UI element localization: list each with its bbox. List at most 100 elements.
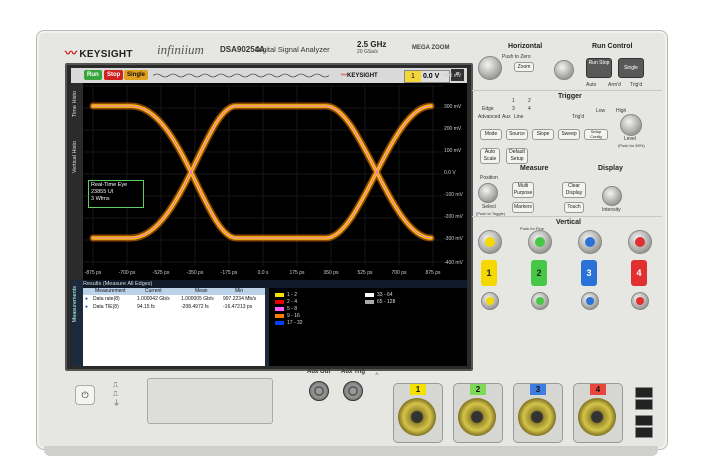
trig-edge-label: Edge	[482, 106, 494, 112]
ch2-offset-knob[interactable]	[531, 292, 549, 310]
ch2-button[interactable]: 2	[531, 260, 547, 286]
results-table: Measurement Current Mean Min ● Data rate…	[83, 288, 265, 366]
ch2-scale-knob[interactable]	[528, 230, 552, 254]
ch3-connector	[518, 398, 556, 436]
usb-port[interactable]	[635, 387, 653, 398]
trig-source-button[interactable]: Source	[506, 129, 528, 140]
measure-select-knob[interactable]	[478, 183, 498, 203]
product-line: infiniium	[157, 42, 204, 57]
trig-low-label: Low	[596, 108, 606, 114]
power-button[interactable]: ⏻	[75, 385, 95, 405]
ch1-button[interactable]: 1	[481, 260, 497, 286]
results-pane: Measurements Results (Measure All Edges)…	[71, 280, 467, 366]
horizontal-scale-knob[interactable]	[554, 60, 574, 80]
control-panel: Horizontal Push to Zero Zoom Run Control…	[472, 40, 662, 362]
front-input-strip: ⏻ ⎍ ⎍ ⏚ Aux Out Aux Trig ⚠ 1 2 3 4	[61, 369, 661, 445]
x-tick: -875 ps	[85, 270, 102, 276]
x-tick: 350 ps	[323, 270, 339, 276]
trig-setup-button[interactable]: Setup Config	[584, 129, 608, 140]
y-tick: -400 mV	[444, 260, 464, 266]
trig-aux-label: Aux	[502, 114, 511, 120]
auto-scale-button[interactable]: Auto Scale	[480, 148, 500, 164]
ch1-scale-knob[interactable]	[478, 230, 502, 254]
trig-num-1: 1	[512, 98, 515, 104]
y-tick: 100 mV	[444, 148, 462, 154]
display-bezel: Run Stop Single 〰KEYSIGHT 1 0.0 V ≡ Time…	[65, 63, 473, 371]
usb-port[interactable]	[635, 427, 653, 438]
table-row[interactable]: ● Data TIE(8) 94.15 fs -208.4972 fs -16.…	[83, 304, 265, 311]
x-tick: 700 ps	[391, 270, 407, 276]
ch2-input-tag: 2	[470, 384, 486, 395]
run-control-title: Run Control	[592, 43, 633, 50]
megazoom-logo: MEGA ZOOM	[412, 45, 450, 51]
trigger-level-knob[interactable]	[620, 114, 642, 136]
trig-num-3: 3	[512, 106, 515, 112]
clear-display-button[interactable]: Clear Display	[562, 182, 586, 198]
vertical-title: Vertical	[556, 219, 581, 226]
sample-rate-label: 20 GSa/s	[357, 49, 378, 55]
color-grade-legend: 1 - 2 2 - 4 5 - 8 9 - 16 17 - 32 33 - 64…	[269, 288, 467, 366]
usb-port[interactable]	[635, 399, 653, 410]
ch4-input[interactable]: 4	[573, 383, 623, 443]
auto-label: Auto	[586, 82, 597, 88]
trig-line-label: Line	[514, 114, 524, 120]
ch4-button[interactable]: 4	[631, 260, 647, 286]
ch4-offset-knob[interactable]	[631, 292, 649, 310]
y-tick: -100 mV	[444, 192, 464, 198]
horizontal-position-knob[interactable]	[478, 56, 502, 80]
ch1-offset-knob[interactable]	[481, 292, 499, 310]
trig-num-2: 2	[528, 98, 531, 104]
table-row[interactable]: ● Data rate(8) 1.000042 Gb/s 1.000005 Gb…	[83, 296, 265, 303]
oscilloscope-chassis: 〰 KEYSIGHT infiniium DSA90254A Digital Si…	[36, 30, 668, 450]
ch3-offset-knob[interactable]	[581, 292, 599, 310]
y-tick: -200 mV	[444, 214, 464, 220]
eye-wfm-count: 3 Wfms	[91, 196, 110, 202]
results-header: Results (Measure All Edges)	[83, 280, 467, 288]
markers-button[interactable]: Markers	[512, 202, 534, 213]
ch3-input-tag: 3	[530, 384, 546, 395]
usb-port[interactable]	[635, 415, 653, 426]
eye-title: Real-Time Eye	[91, 182, 128, 188]
x-tick: -350 ps	[187, 270, 204, 276]
trig-mode-button[interactable]: Mode	[480, 129, 502, 140]
intensity-label: Intensity	[602, 207, 621, 213]
eye-info-label[interactable]: Real-Time Eye 23855 UI 3 Wfms	[88, 180, 144, 208]
run-stop-button[interactable]: Run Stop	[586, 58, 612, 78]
zoom-button[interactable]: Zoom	[514, 62, 534, 72]
ch4-scale-knob[interactable]	[628, 230, 652, 254]
aux-out-connector[interactable]	[309, 381, 329, 401]
measure-title: Measure	[520, 165, 549, 172]
trig-slope-button[interactable]: Slope	[532, 129, 554, 140]
x-tick: 0.0 s	[258, 270, 269, 276]
trigger-title: Trigger	[558, 93, 582, 100]
multi-purpose-button[interactable]: Multi Purpose	[512, 182, 534, 198]
removable-drive-bay	[147, 378, 273, 424]
ch3-input[interactable]: 3	[513, 383, 563, 443]
touch-button[interactable]: Touch	[564, 202, 584, 213]
eye-diagram-plot: 400 mV 300 mV 200 mV 100 mV 0.0 V -100 m…	[83, 73, 464, 276]
ch2-input[interactable]: 2	[453, 383, 503, 443]
display-title: Display	[598, 165, 623, 172]
legend-entry: 9 - 16	[275, 313, 300, 319]
y-tick: 200 mV	[444, 126, 462, 132]
y-tick: 400 mV	[444, 73, 462, 79]
chassis-foot	[44, 446, 658, 456]
default-setup-button[interactable]: Default Setup	[506, 148, 528, 164]
tab-measurements[interactable]: Measurements	[72, 286, 78, 322]
usb-icons: ⎍ ⎍ ⏚	[113, 382, 120, 407]
intensity-knob[interactable]	[602, 186, 622, 206]
x-tick: 175 ps	[289, 270, 305, 276]
ch1-connector	[398, 398, 436, 436]
aux-out-label: Aux Out	[307, 369, 331, 375]
warning-icon: ⚠	[375, 371, 379, 376]
display-screen[interactable]: Run Stop Single 〰KEYSIGHT 1 0.0 V ≡ Time…	[71, 68, 467, 366]
x-tick: -175 ps	[221, 270, 238, 276]
ch3-button[interactable]: 3	[581, 260, 597, 286]
aux-trig-connector[interactable]	[343, 381, 363, 401]
ch3-scale-knob[interactable]	[578, 230, 602, 254]
legend-entry: 33 - 64	[365, 292, 393, 298]
single-button[interactable]: Single	[618, 58, 644, 78]
trig-sweep-button[interactable]: Sweep	[558, 129, 580, 140]
ch1-input[interactable]: 1	[393, 383, 443, 443]
legend-entry: 65 - 128	[365, 299, 395, 305]
